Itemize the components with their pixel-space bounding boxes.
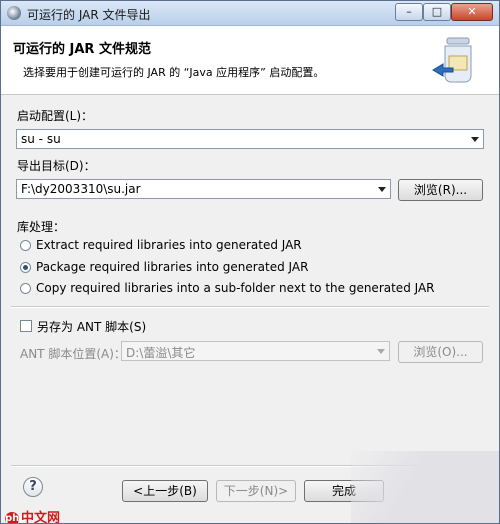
launch-config-label: 启动配置(L)： bbox=[17, 109, 94, 123]
launch-config-select[interactable]: su - su bbox=[16, 129, 484, 149]
browse-target-button[interactable]: 浏览(R)... bbox=[398, 179, 483, 201]
blurred-region bbox=[351, 451, 499, 523]
radio-copy-libraries[interactable] bbox=[20, 283, 31, 294]
radio-copy-label[interactable]: Copy required libraries into a sub-folde… bbox=[36, 281, 435, 295]
window-title: 可运行的 JAR 文件导出 bbox=[27, 8, 151, 22]
export-target-label: 导出目标(D)： bbox=[17, 159, 96, 173]
help-icon[interactable]: ? bbox=[23, 477, 43, 497]
page-description: 选择要用于创建可运行的 JAR 的 “Java 应用程序” 启动配置。 bbox=[23, 66, 325, 79]
ant-location-value: D:\蕾溢\其它 bbox=[126, 346, 196, 360]
chevron-down-icon bbox=[377, 349, 385, 354]
browse-ant-button: 浏览(O)... bbox=[398, 341, 483, 363]
maximize-button[interactable]: □ bbox=[423, 3, 451, 21]
radio-package-label[interactable]: Package required libraries into generate… bbox=[36, 260, 308, 274]
watermark-text: 中文网 bbox=[21, 511, 61, 524]
export-target-value: F:\dy2003310\su.jar bbox=[21, 182, 141, 196]
save-ant-label[interactable]: 另存为 ANT 脚本(S) bbox=[37, 318, 146, 335]
jar-export-icon bbox=[432, 37, 472, 83]
php-logo-icon: php bbox=[5, 511, 27, 524]
chevron-down-icon bbox=[471, 137, 479, 142]
page-title: 可运行的 JAR 文件规范 bbox=[13, 42, 151, 57]
ant-location-input: D:\蕾溢\其它 bbox=[121, 341, 390, 361]
title-bar[interactable]: 可运行的 JAR 文件导出 – □ ✕ bbox=[1, 1, 499, 26]
radio-extract-libraries[interactable] bbox=[20, 240, 31, 251]
separator bbox=[11, 306, 489, 308]
minimize-button[interactable]: – bbox=[395, 3, 423, 21]
launch-config-value: su - su bbox=[21, 132, 61, 146]
back-button[interactable]: <上一步(B) bbox=[122, 480, 208, 502]
library-handling-label: 库处理： bbox=[17, 220, 66, 234]
save-ant-checkbox[interactable] bbox=[20, 320, 32, 332]
close-button[interactable]: ✕ bbox=[451, 3, 493, 21]
wizard-header: 可运行的 JAR 文件规范 选择要用于创建可运行的 JAR 的 “Java 应用… bbox=[1, 26, 499, 95]
eclipse-icon bbox=[7, 6, 21, 20]
ant-location-label: ANT 脚本位置(A)： bbox=[20, 347, 126, 361]
export-dialog-window: 可运行的 JAR 文件导出 – □ ✕ 可运行的 JAR 文件规范 选择要用于创… bbox=[0, 0, 500, 524]
radio-extract-label[interactable]: Extract required libraries into generate… bbox=[36, 238, 302, 252]
next-button: 下一步(N)> bbox=[216, 480, 296, 502]
chevron-down-icon bbox=[378, 187, 386, 192]
watermark: php中文网 bbox=[5, 507, 61, 524]
radio-package-libraries[interactable] bbox=[20, 262, 31, 273]
export-target-input[interactable]: F:\dy2003310\su.jar bbox=[16, 179, 391, 199]
